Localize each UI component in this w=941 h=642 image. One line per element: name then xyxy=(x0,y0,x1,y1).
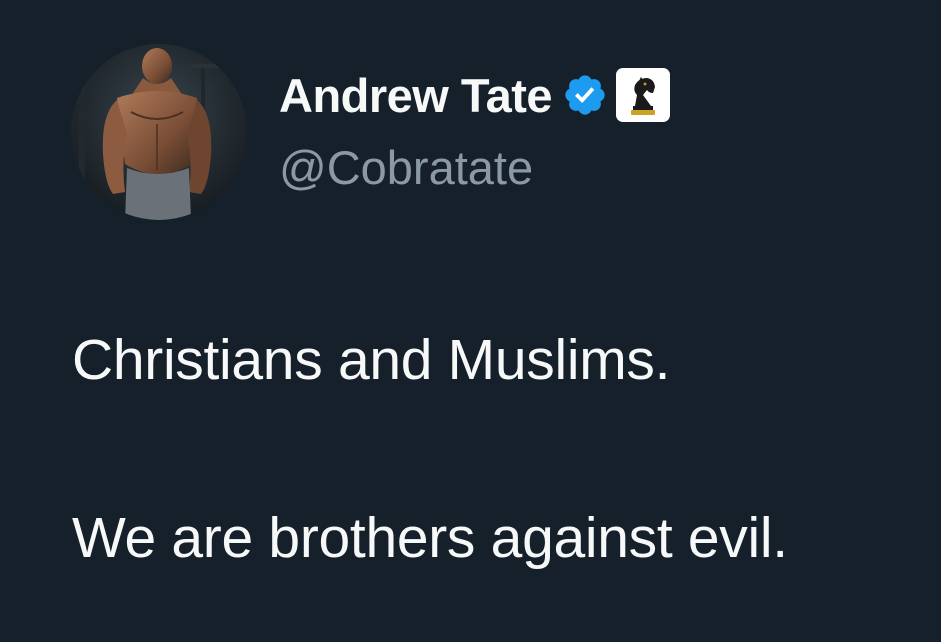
chess-knight-affiliate-icon[interactable] xyxy=(616,68,671,122)
avatar-photo xyxy=(71,44,247,220)
tweet-text-line: We are brothers against evil. xyxy=(72,506,788,570)
display-name[interactable]: Andrew Tate xyxy=(279,68,553,123)
avatar[interactable] xyxy=(71,44,247,220)
tweet-card: Andrew Tate @Cobratate Christians and Mu… xyxy=(0,0,941,642)
name-row: Andrew Tate xyxy=(279,64,671,126)
verified-badge-icon xyxy=(562,72,608,118)
user-handle[interactable]: @Cobratate xyxy=(279,140,533,195)
tweet-text-line: Christians and Muslims. xyxy=(72,328,671,392)
